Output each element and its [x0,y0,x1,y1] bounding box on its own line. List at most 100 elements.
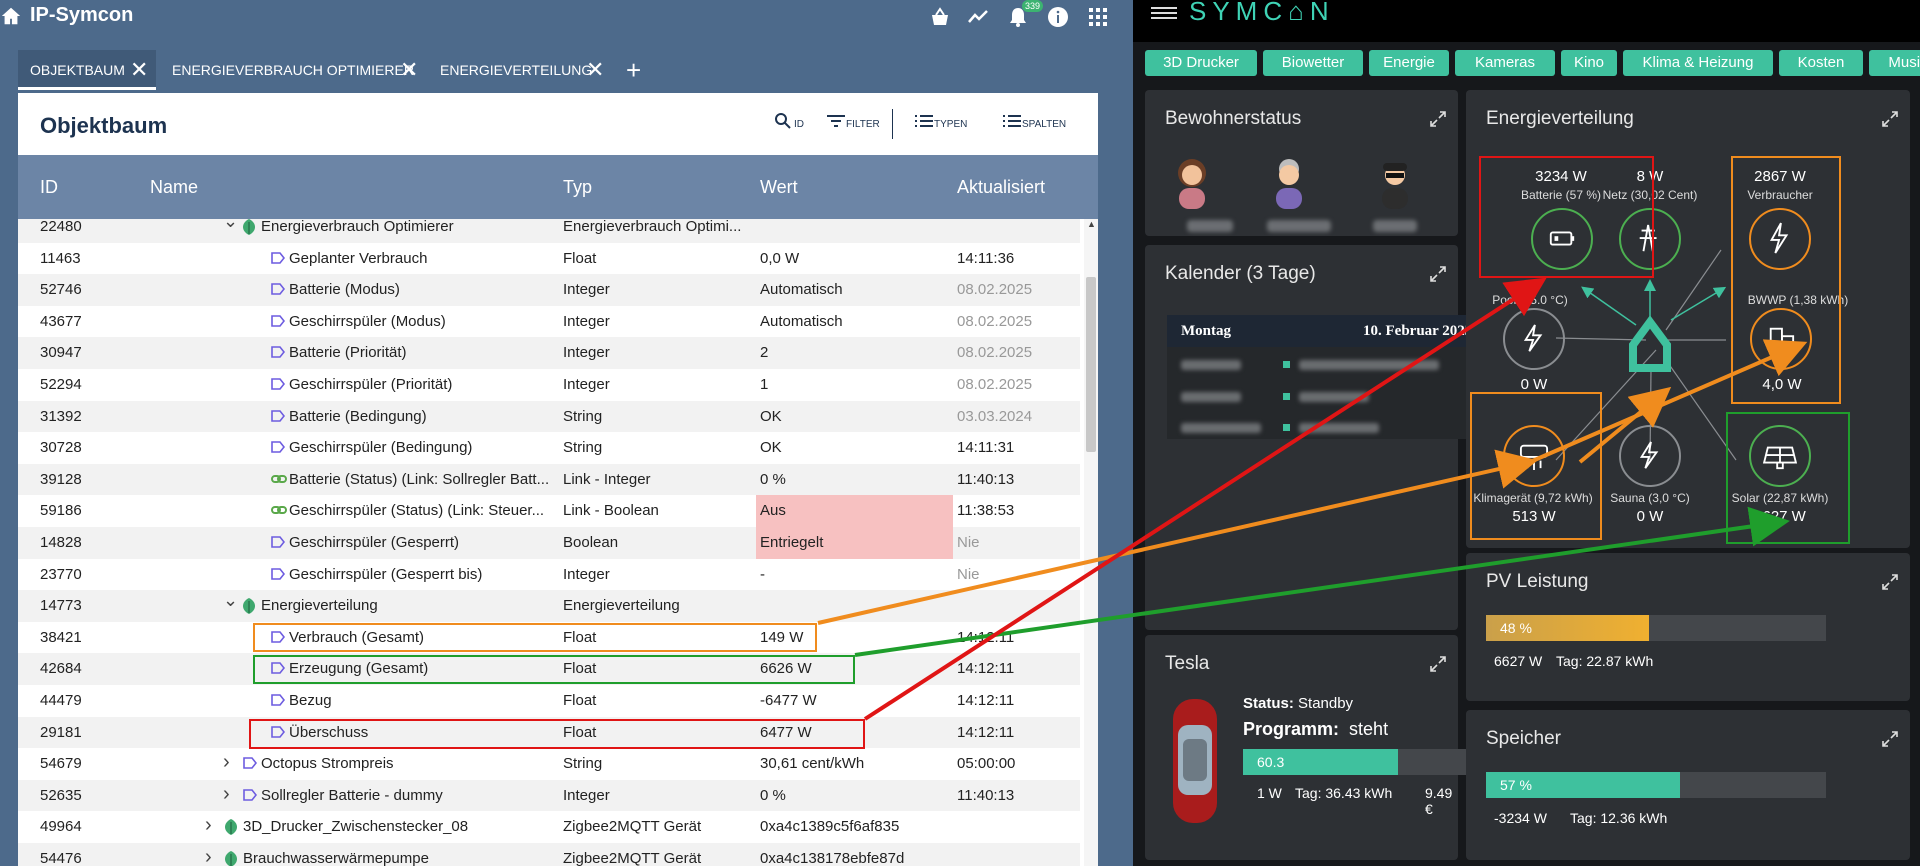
pool-node[interactable] [1503,308,1565,370]
category-chip[interactable]: Kameras [1455,50,1555,76]
close-icon[interactable]: ✕ [130,50,148,90]
cell-updated: 03.03.2024 [957,407,1033,425]
column-id[interactable]: ID [40,177,58,198]
scrollbar[interactable]: ▲ [1084,219,1098,866]
chevron-down-icon[interactable]: ⌄ [223,219,238,232]
tesla-power: 1 W [1257,785,1282,801]
tab-energieverbrauch-optimierer[interactable]: ENERGIEVERBRAUCH OPTIMIERER ✕ [160,50,422,90]
table-row[interactable]: 43677 Geschirrspüler (Modus) Integer Automa… [18,306,1080,338]
menu-icon[interactable] [1151,4,1177,22]
info-icon[interactable] [1046,5,1070,29]
filter-button[interactable]: FILTER [826,113,880,130]
variable-icon [271,661,286,678]
table-row[interactable]: 44479 Bezug Float -6477 W 14:12:11 [18,685,1080,717]
consumer-node[interactable] [1749,208,1811,270]
category-chip[interactable]: Energie [1369,50,1449,76]
card-title: PV Leistung [1486,571,1589,592]
column-value[interactable]: Wert [760,177,798,198]
table-row[interactable]: 54476 › Brauchwasserwärmepumpe Zigbee2MQTT … [18,843,1080,866]
chevron-right-icon[interactable]: › [205,814,212,837]
cell-updated: Nie [957,565,980,583]
close-icon[interactable]: ✕ [586,50,604,90]
resident-name-blurred [1187,220,1233,232]
table-row[interactable]: 39128 Batterie (Status) (Link: Sollregler… [18,463,1080,496]
klima-node[interactable] [1503,425,1565,487]
bwwp-node[interactable] [1750,308,1812,370]
table-row[interactable]: 52746 Batterie (Modus) Integer Automatisch 0… [18,274,1080,306]
column-type[interactable]: Typ [563,177,592,198]
chart-icon[interactable] [966,5,990,29]
grid-node[interactable] [1619,208,1681,270]
cell-id: 52294 [40,376,82,393]
category-chip[interactable]: 3D Drucker [1145,50,1257,76]
expand-icon[interactable] [1429,110,1447,128]
cell-type: Link - Integer [563,470,651,488]
page-title: Objektbaum [40,113,168,138]
column-updated[interactable]: Aktualisiert [957,177,1045,198]
cell-value: Automatisch [760,312,843,330]
types-button[interactable]: TYPEN [914,113,967,130]
table-row[interactable]: 52635 › Sollregler Batterie - dummy Integer… [18,779,1080,812]
cell-updated: 14:12:11 [957,628,1015,646]
tab-energieverteilung[interactable]: ENERGIEVERTEILUNG ✕ [428,50,608,90]
category-chip[interactable]: Musik [1869,50,1920,76]
table-row[interactable]: 54679 › Octopus Strompreis String 30,61 cent… [18,748,1080,780]
table-row[interactable]: 22480 ⌄ Energieverbrauch Optimierer Energie… [18,219,1080,243]
cell-updated: 08.02.2025 [957,281,1033,299]
table-row[interactable]: 38421 Verbrauch (Gesamt) Float 149 W 14:12:1… [18,622,1080,654]
chevron-down-icon[interactable]: ⌄ [223,590,238,611]
pool-label: Pool (25.0 °C) [1492,293,1568,307]
solar-node[interactable] [1749,425,1811,487]
table-row[interactable]: 29181 Überschuss Float 6477 W 14:12:11 [18,716,1080,749]
expand-icon[interactable] [1881,730,1899,748]
cell-id: 14773 [40,597,82,615]
apps-grid-icon[interactable] [1086,5,1110,29]
table-row[interactable]: 14828 Geschirrspüler (Gesperrt) Boolean Ent… [18,527,1080,559]
close-icon[interactable]: ✕ [400,50,418,90]
category-chip[interactable]: Klima & Heizung [1623,50,1773,76]
cell-name: Bezug [289,692,332,709]
tesla-day-energy: Tag: 36.43 kWh [1295,785,1393,801]
sauna-node[interactable] [1619,425,1681,487]
category-chip[interactable]: Kino [1561,50,1617,76]
expand-icon[interactable] [1429,265,1447,283]
calendar-event-time [1181,392,1241,402]
card-title: Kalender (3 Tage) [1165,263,1316,284]
columns-button[interactable]: SPALTEN [1002,113,1066,130]
table-row[interactable]: 52294 Geschirrspüler (Priorität) Integer 1 0… [18,369,1080,401]
search-icon [775,113,791,129]
cell-id: 43677 [40,312,82,330]
table-row[interactable]: 59186 Geschirrspüler (Status) (Link: Steu… [18,495,1080,527]
expand-icon[interactable] [1881,573,1899,591]
battery-node[interactable] [1531,208,1593,270]
grid-power: 8 W [1636,168,1664,185]
chevron-right-icon[interactable]: › [223,751,230,774]
add-tab-button[interactable]: + [626,50,641,90]
table-row[interactable]: 11463 Geplanter Verbrauch Float 0,0 W 14:11:… [18,243,1080,275]
cell-value: 0 % [760,470,786,488]
cell-updated: Nie [957,534,980,551]
category-chip[interactable]: Kosten [1779,50,1863,76]
chevron-right-icon[interactable]: › [223,783,230,806]
expand-icon[interactable] [1429,655,1447,673]
panel-header: Objektbaum ID FILTER TYPEN SPALTEN [18,93,1098,155]
cell-name: Geschirrspüler (Status) (Link: Steuer... [289,502,545,520]
cell-updated: 08.02.2025 [957,344,1033,362]
table-row[interactable]: 49964 › 3D_Drucker_Zwischenstecker_08 Zigbe… [18,811,1080,843]
cell-id: 11463 [40,249,81,267]
table-row[interactable]: 23770 Geschirrspüler (Gesperrt bis) Intege… [18,559,1080,591]
home-icon[interactable] [0,5,22,27]
table-row[interactable]: 42684 Erzeugung (Gesamt) Float 6626 W 14:12:… [18,653,1080,685]
table-row[interactable]: 14773 ⌄ Energieverteilung Energieverteilung [18,590,1080,622]
table-row[interactable]: 30947 Batterie (Priorität) Integer 2 08.02.2… [18,337,1080,369]
table-row[interactable]: 30728 Geschirrspüler (Bedingung) String OK 1… [18,432,1080,464]
column-name[interactable]: Name [150,177,198,198]
chevron-right-icon[interactable]: › [205,846,212,866]
category-chip[interactable]: Biowetter [1263,50,1363,76]
basket-icon[interactable] [928,5,952,29]
tab-objektbaum[interactable]: OBJEKTBAUM ✕ [18,50,156,90]
scrollbar-thumb[interactable] [1086,277,1096,452]
table-row[interactable]: 31392 Batterie (Bedingung) String OK 03.03.2… [18,400,1080,433]
id-search-button[interactable]: ID [774,113,804,130]
scroll-up-icon[interactable]: ▲ [1087,219,1096,229]
